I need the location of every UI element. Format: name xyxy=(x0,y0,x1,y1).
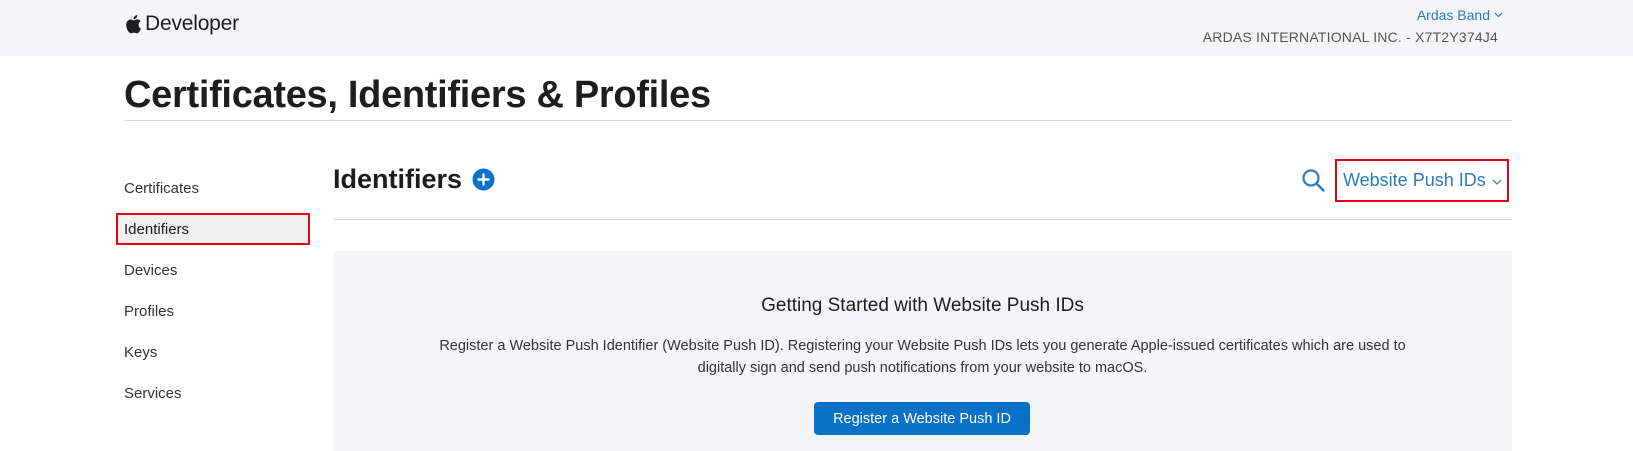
sidebar-item-keys[interactable]: Keys xyxy=(116,332,310,373)
sidebar-item-certificates[interactable]: Certificates xyxy=(116,168,310,209)
apple-logo-icon xyxy=(126,15,141,34)
team-name: ARDAS INTERNATIONAL INC. - X7T2Y374J4 xyxy=(1202,29,1498,45)
chevron-down-icon xyxy=(1492,179,1502,185)
page: Developer Ardas Band ARDAS INTERNATIONAL… xyxy=(0,0,1633,451)
account-name: Ardas Band xyxy=(1416,7,1490,23)
search-icon[interactable] xyxy=(1301,168,1326,193)
identifier-type-dropdown[interactable]: Website Push IDs xyxy=(1335,159,1509,202)
plus-circle-icon[interactable] xyxy=(472,168,495,191)
sidebar-item-profiles[interactable]: Profiles xyxy=(116,291,310,332)
empty-state-panel: Getting Started with Website Push IDs Re… xyxy=(333,251,1512,451)
chevron-down-icon xyxy=(1494,12,1503,18)
section-header: Identifiers xyxy=(333,164,495,195)
dropdown-selected-value: Website Push IDs xyxy=(1343,170,1486,190)
empty-state-description: Register a Website Push Identifier (Webs… xyxy=(439,338,1406,376)
sidebar-item-services[interactable]: Services xyxy=(116,373,310,414)
section-title: Identifiers xyxy=(333,164,463,194)
brand-text: Developer xyxy=(145,12,239,35)
account-menu-button[interactable]: Ardas Band xyxy=(1417,7,1503,23)
sidebar-item-devices[interactable]: Devices xyxy=(116,250,310,291)
divider xyxy=(333,219,1512,220)
sidebar-item-identifiers[interactable]: Identifiers xyxy=(116,213,310,245)
register-website-push-id-button[interactable]: Register a Website Push ID xyxy=(814,402,1030,435)
developer-home-link[interactable]: Developer xyxy=(124,12,239,36)
divider xyxy=(124,120,1512,121)
global-header: Developer Ardas Band ARDAS INTERNATIONAL… xyxy=(0,0,1633,56)
empty-state-title: Getting Started with Website Push IDs xyxy=(761,295,1084,316)
page-title: Certificates, Identifiers & Profiles xyxy=(124,74,711,116)
sidebar-nav: Certificates Identifiers Devices Profile… xyxy=(116,168,310,414)
